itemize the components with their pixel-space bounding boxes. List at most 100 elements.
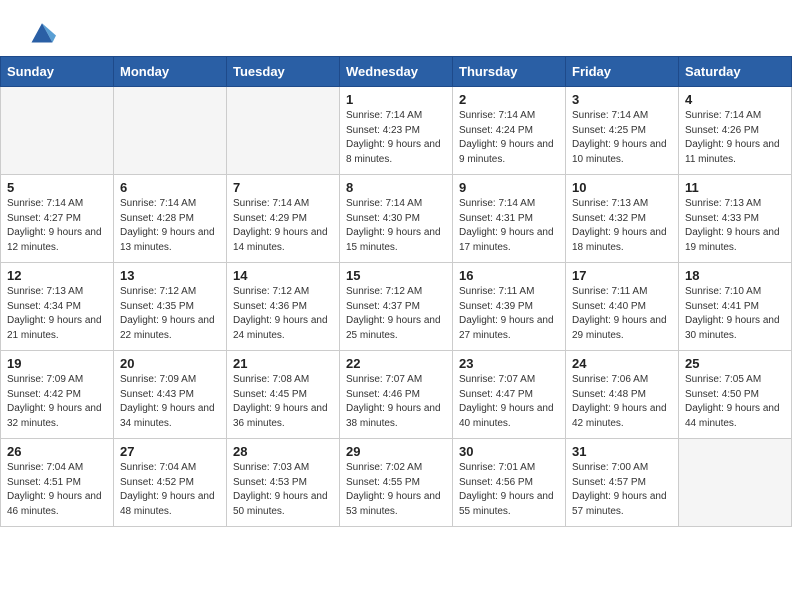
day-info: Sunrise: 7:08 AMSunset: 4:45 PMDaylight:… <box>233 373 333 431</box>
day-info: Sunrise: 7:03 AMSunset: 4:53 PMDaylight:… <box>233 461 333 519</box>
day-number: 4 <box>685 92 785 107</box>
calendar-cell: 19Sunrise: 7:09 AMSunset: 4:42 PMDayligh… <box>1 351 114 439</box>
day-number: 30 <box>459 444 559 459</box>
day-number: 9 <box>459 180 559 195</box>
day-number: 23 <box>459 356 559 371</box>
day-number: 20 <box>120 356 220 371</box>
calendar-day-header: Tuesday <box>227 57 340 87</box>
calendar-cell: 10 Sunrise: 7:13 AMSunset: 4:32 PMDayligh… <box>566 175 679 263</box>
day-number: 12 <box>7 268 107 283</box>
day-number: 18 <box>685 268 785 283</box>
calendar-cell: 31 Sunrise: 7:00 AMSunset: 4:57 PMDayligh… <box>566 439 679 527</box>
day-info: Sunrise: 7:11 AMSunset: 4:40 PMDaylight:… <box>572 285 672 343</box>
calendar-cell: 25 Sunrise: 7:05 AMSunset: 4:50 PMDayligh… <box>679 351 792 439</box>
calendar-cell: 17 Sunrise: 7:11 AMSunset: 4:40 PMDayligh… <box>566 263 679 351</box>
page: SundayMondayTuesdayWednesdayThursdayFrid… <box>0 0 792 527</box>
day-number: 16 <box>459 268 559 283</box>
day-info: Sunrise: 7:14 AMSunset: 4:29 PMDaylight:… <box>233 197 333 255</box>
day-info: Sunrise: 7:12 AMSunset: 4:37 PMDaylight:… <box>346 285 446 343</box>
day-number: 6 <box>120 180 220 195</box>
calendar-cell: 8 Sunrise: 7:14 AMSunset: 4:30 PMDaylight… <box>340 175 453 263</box>
calendar-header-row: SundayMondayTuesdayWednesdayThursdayFrid… <box>1 57 792 87</box>
day-info: Sunrise: 7:05 AMSunset: 4:50 PMDaylight:… <box>685 373 785 431</box>
calendar-cell: 14 Sunrise: 7:12 AMSunset: 4:36 PMDayligh… <box>227 263 340 351</box>
calendar-cell: 26 Sunrise: 7:04 AMSunset: 4:51 PMDayligh… <box>1 439 114 527</box>
calendar-day-header: Saturday <box>679 57 792 87</box>
day-number: 21 <box>233 356 333 371</box>
calendar-cell <box>1 87 114 175</box>
calendar-cell: 6 Sunrise: 7:14 AMSunset: 4:28 PMDaylight… <box>114 175 227 263</box>
day-number: 28 <box>233 444 333 459</box>
calendar-cell: 28 Sunrise: 7:03 AMSunset: 4:53 PMDayligh… <box>227 439 340 527</box>
day-number: 8 <box>346 180 446 195</box>
calendar-cell: 18 Sunrise: 7:10 AMSunset: 4:41 PMDayligh… <box>679 263 792 351</box>
calendar-cell: 11 Sunrise: 7:13 AMSunset: 4:33 PMDayligh… <box>679 175 792 263</box>
calendar-day-header: Sunday <box>1 57 114 87</box>
day-info: Sunrise: 7:14 AMSunset: 4:31 PMDaylight:… <box>459 197 559 255</box>
calendar-week-row: 26 Sunrise: 7:04 AMSunset: 4:51 PMDayligh… <box>1 439 792 527</box>
calendar-cell: 1 Sunrise: 7:14 AMSunset: 4:23 PMDaylight… <box>340 87 453 175</box>
calendar-cell <box>114 87 227 175</box>
day-number: 5 <box>7 180 107 195</box>
day-number: 19 <box>7 356 107 371</box>
day-info: Sunrise: 7:13 AMSunset: 4:32 PMDaylight:… <box>572 197 672 255</box>
day-info: Sunrise: 7:04 AMSunset: 4:52 PMDaylight:… <box>120 461 220 519</box>
day-info: Sunrise: 7:10 AMSunset: 4:41 PMDaylight:… <box>685 285 785 343</box>
day-info: Sunrise: 7:14 AMSunset: 4:23 PMDaylight:… <box>346 109 446 167</box>
day-number: 31 <box>572 444 672 459</box>
calendar-cell: 20 Sunrise: 7:09 AMSunset: 4:43 PMDayligh… <box>114 351 227 439</box>
day-info: Sunrise: 7:13 AMSunset: 4:34 PMDaylight:… <box>7 285 107 343</box>
calendar-cell: 4 Sunrise: 7:14 AMSunset: 4:26 PMDaylight… <box>679 87 792 175</box>
day-number: 22 <box>346 356 446 371</box>
calendar-week-row: 12 Sunrise: 7:13 AMSunset: 4:34 PMDayligh… <box>1 263 792 351</box>
day-info: Sunrise: 7:09 AMSunset: 4:43 PMDaylight:… <box>120 373 220 431</box>
calendar-cell: 24 Sunrise: 7:06 AMSunset: 4:48 PMDayligh… <box>566 351 679 439</box>
day-number: 17 <box>572 268 672 283</box>
day-number: 13 <box>120 268 220 283</box>
calendar-cell: 30Sunrise: 7:01 AMSunset: 4:56 PMDayligh… <box>453 439 566 527</box>
day-info: Sunrise: 7:11 AMSunset: 4:39 PMDaylight:… <box>459 285 559 343</box>
calendar-week-row: 19Sunrise: 7:09 AMSunset: 4:42 PMDayligh… <box>1 351 792 439</box>
day-info: Sunrise: 7:12 AMSunset: 4:36 PMDaylight:… <box>233 285 333 343</box>
day-info: Sunrise: 7:13 AMSunset: 4:33 PMDaylight:… <box>685 197 785 255</box>
day-info: Sunrise: 7:14 AMSunset: 4:28 PMDaylight:… <box>120 197 220 255</box>
day-number: 25 <box>685 356 785 371</box>
day-number: 15 <box>346 268 446 283</box>
calendar-cell <box>679 439 792 527</box>
calendar-week-row: 5Sunrise: 7:14 AMSunset: 4:27 PMDaylight… <box>1 175 792 263</box>
day-number: 1 <box>346 92 446 107</box>
calendar-cell: 21 Sunrise: 7:08 AMSunset: 4:45 PMDayligh… <box>227 351 340 439</box>
calendar-day-header: Thursday <box>453 57 566 87</box>
calendar-cell: 7 Sunrise: 7:14 AMSunset: 4:29 PMDaylight… <box>227 175 340 263</box>
calendar-cell: 13Sunrise: 7:12 AMSunset: 4:35 PMDayligh… <box>114 263 227 351</box>
day-info: Sunrise: 7:00 AMSunset: 4:57 PMDaylight:… <box>572 461 672 519</box>
day-info: Sunrise: 7:04 AMSunset: 4:51 PMDaylight:… <box>7 461 107 519</box>
calendar-cell <box>227 87 340 175</box>
day-number: 24 <box>572 356 672 371</box>
day-info: Sunrise: 7:07 AMSunset: 4:46 PMDaylight:… <box>346 373 446 431</box>
day-info: Sunrise: 7:06 AMSunset: 4:48 PMDaylight:… <box>572 373 672 431</box>
calendar-cell: 15 Sunrise: 7:12 AMSunset: 4:37 PMDayligh… <box>340 263 453 351</box>
day-number: 14 <box>233 268 333 283</box>
day-info: Sunrise: 7:14 AMSunset: 4:30 PMDaylight:… <box>346 197 446 255</box>
day-info: Sunrise: 7:14 AMSunset: 4:25 PMDaylight:… <box>572 109 672 167</box>
day-number: 29 <box>346 444 446 459</box>
calendar-cell: 23Sunrise: 7:07 AMSunset: 4:47 PMDayligh… <box>453 351 566 439</box>
calendar-day-header: Friday <box>566 57 679 87</box>
header <box>0 0 792 56</box>
calendar-cell: 5Sunrise: 7:14 AMSunset: 4:27 PMDaylight… <box>1 175 114 263</box>
logo <box>24 18 56 46</box>
day-number: 2 <box>459 92 559 107</box>
day-number: 27 <box>120 444 220 459</box>
day-number: 10 <box>572 180 672 195</box>
day-info: Sunrise: 7:02 AMSunset: 4:55 PMDaylight:… <box>346 461 446 519</box>
day-number: 7 <box>233 180 333 195</box>
calendar-day-header: Wednesday <box>340 57 453 87</box>
logo-icon <box>28 18 56 46</box>
calendar-week-row: 1 Sunrise: 7:14 AMSunset: 4:23 PMDaylight… <box>1 87 792 175</box>
day-number: 11 <box>685 180 785 195</box>
day-number: 26 <box>7 444 107 459</box>
day-info: Sunrise: 7:14 AMSunset: 4:26 PMDaylight:… <box>685 109 785 167</box>
calendar: SundayMondayTuesdayWednesdayThursdayFrid… <box>0 56 792 527</box>
day-info: Sunrise: 7:14 AMSunset: 4:24 PMDaylight:… <box>459 109 559 167</box>
